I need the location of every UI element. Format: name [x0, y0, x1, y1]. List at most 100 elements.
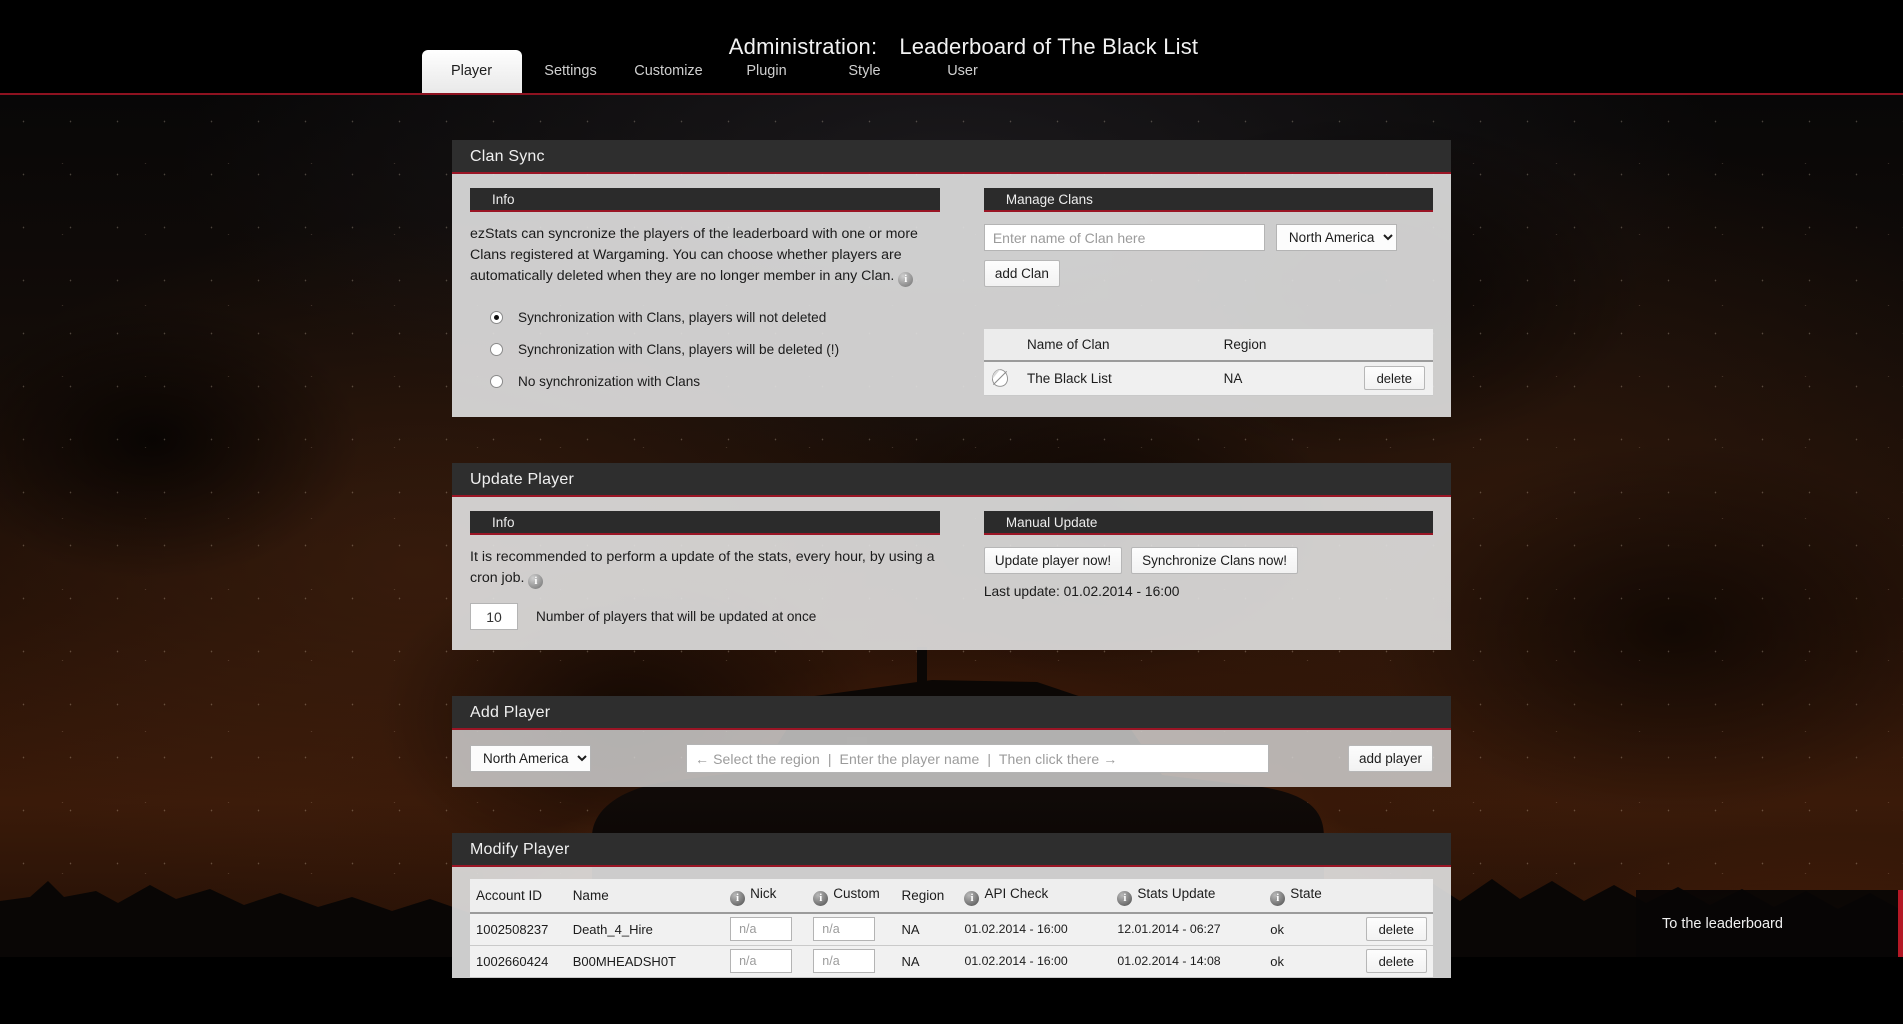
delete-player-button[interactable]: delete [1366, 917, 1427, 941]
radio-label: Synchronization with Clans, players will… [518, 310, 826, 325]
manage-clans-column: Manage Clans add Clan North America [984, 188, 1433, 397]
cell-api-check: 01.02.2014 - 16:00 [958, 945, 1111, 977]
modify-table-header-row: Account ID Name iNick iCustom Region iAP… [470, 879, 1433, 913]
clan-region-cell: NA [1216, 361, 1340, 395]
tab-user[interactable]: User [914, 50, 1012, 93]
col-nick: iNick [724, 879, 807, 913]
col-stats-update: iStats Update [1111, 879, 1264, 913]
col-api-check: iAPI Check [958, 879, 1111, 913]
modify-player-table: Account ID Name iNick iCustom Region iAP… [470, 879, 1433, 978]
tab-customize[interactable]: Customize [620, 50, 718, 93]
update-count-input[interactable] [470, 603, 518, 630]
panel-clan-sync: Clan Sync Info ezStats can syncronize th… [452, 140, 1451, 417]
info-icon[interactable]: i [964, 891, 979, 906]
info-icon[interactable]: i [1270, 891, 1285, 906]
clan-table: Name of Clan Region [984, 329, 1433, 396]
radio-label: No synchronization with Clans [518, 374, 700, 389]
col-name: Name [567, 879, 724, 913]
col-region: Region [896, 879, 959, 913]
nick-input[interactable] [730, 917, 792, 941]
clan-table-header-row: Name of Clan Region [984, 329, 1433, 361]
cell-stats-update: 01.02.2014 - 14:08 [1111, 945, 1264, 977]
radio-no-sync[interactable]: No synchronization with Clans [470, 365, 940, 397]
clan-sync-info-column: Info ezStats can syncronize the players … [470, 188, 940, 397]
cell-state: ok [1264, 945, 1343, 977]
clan-name-input[interactable] [984, 224, 1265, 251]
cell-nick [724, 913, 807, 945]
col-action [1343, 879, 1433, 913]
manual-update-column: Manual Update Update player now! Synchro… [984, 511, 1433, 630]
radio-button[interactable] [490, 375, 503, 388]
radio-button[interactable] [490, 311, 503, 324]
table-row: The Black List NA delete [984, 361, 1433, 395]
cell-state: ok [1264, 913, 1343, 945]
clan-emblem-cell [984, 361, 1019, 395]
update-player-title: Update Player [452, 463, 1451, 497]
panel-update-player: Update Player Info It is recommended to … [452, 463, 1451, 650]
tab-settings[interactable]: Settings [522, 50, 620, 93]
clan-emblem-icon [990, 368, 1010, 388]
clan-sync-info-subtitle: Info [470, 188, 940, 212]
radio-label: Synchronization with Clans, players will… [518, 342, 839, 357]
cell-region: NA [896, 945, 959, 977]
cell-nick [724, 945, 807, 977]
to-the-leaderboard-label: To the leaderboard [1662, 916, 1783, 932]
modify-player-title: Modify Player [452, 833, 1451, 867]
col-custom: iCustom [807, 879, 895, 913]
info-icon[interactable]: i [730, 891, 745, 906]
clan-delete-cell: delete [1340, 361, 1433, 395]
custom-input[interactable] [813, 917, 875, 941]
panel-add-player: Add Player North America add player [452, 696, 1451, 787]
cell-api-check: 01.02.2014 - 16:00 [958, 913, 1111, 945]
clan-name-cell: The Black List [1019, 361, 1216, 395]
cell-name: B00MHEADSH0T [567, 945, 724, 977]
radio-sync-keep[interactable]: Synchronization with Clans, players will… [470, 301, 940, 333]
update-info-subtitle: Info [470, 511, 940, 535]
delete-player-button[interactable]: delete [1366, 949, 1427, 973]
col-state: iState [1264, 879, 1343, 913]
tab-bar: Player Settings Customize Plugin Style U… [0, 45, 1903, 93]
to-the-leaderboard-button[interactable]: To the leaderboard [1636, 890, 1903, 957]
player-name-input[interactable] [686, 744, 1269, 773]
update-player-now-button[interactable]: Update player now! [984, 547, 1122, 574]
delete-clan-button[interactable]: delete [1364, 366, 1425, 390]
content-column: Clan Sync Info ezStats can syncronize th… [452, 140, 1451, 1024]
clan-region-select[interactable]: North America [1276, 224, 1397, 251]
info-icon[interactable]: i [898, 272, 913, 287]
table-row: 1002508237 Death_4_Hire NA 01.02.2014 - … [470, 913, 1433, 945]
add-player-region-select[interactable]: North America [470, 745, 591, 772]
info-icon[interactable]: i [528, 574, 543, 589]
manual-update-subtitle: Manual Update [984, 511, 1433, 535]
add-clan-button[interactable]: add Clan [984, 260, 1060, 287]
cell-stats-update: 12.01.2014 - 06:27 [1111, 913, 1264, 945]
synchronize-clans-now-button[interactable]: Synchronize Clans now! [1131, 547, 1298, 574]
clan-col-icon [984, 329, 1019, 361]
update-info-text: It is recommended to perform a update of… [470, 547, 940, 589]
tab-plugin[interactable]: Plugin [718, 50, 816, 93]
last-update-text: Last update: 01.02.2014 - 16:00 [984, 584, 1433, 599]
cell-custom [807, 913, 895, 945]
add-player-title: Add Player [452, 696, 1451, 730]
panel-modify-player: Modify Player Account ID Name iNick iCus… [452, 833, 1451, 978]
clan-col-action [1340, 329, 1433, 361]
col-account-id: Account ID [470, 879, 567, 913]
tab-player[interactable]: Player [422, 50, 522, 93]
clan-col-name: Name of Clan [1019, 329, 1216, 361]
tab-style[interactable]: Style [816, 50, 914, 93]
cell-account-id: 1002660424 [470, 945, 567, 977]
cell-account-id: 1002508237 [470, 913, 567, 945]
info-icon[interactable]: i [813, 891, 828, 906]
cell-delete: delete [1343, 945, 1433, 977]
radio-sync-delete[interactable]: Synchronization with Clans, players will… [470, 333, 940, 365]
manage-clans-subtitle: Manage Clans [984, 188, 1433, 212]
custom-input[interactable] [813, 949, 875, 973]
top-bar: Administration:Leaderboard of The Black … [0, 0, 1903, 95]
cell-region: NA [896, 913, 959, 945]
update-count-label: Number of players that will be updated a… [536, 609, 816, 624]
add-player-button[interactable]: add player [1348, 745, 1433, 772]
radio-button[interactable] [490, 343, 503, 356]
nick-input[interactable] [730, 949, 792, 973]
cell-custom [807, 945, 895, 977]
table-row: 1002660424 B00MHEADSH0T NA 01.02.2014 - … [470, 945, 1433, 977]
info-icon[interactable]: i [1117, 891, 1132, 906]
